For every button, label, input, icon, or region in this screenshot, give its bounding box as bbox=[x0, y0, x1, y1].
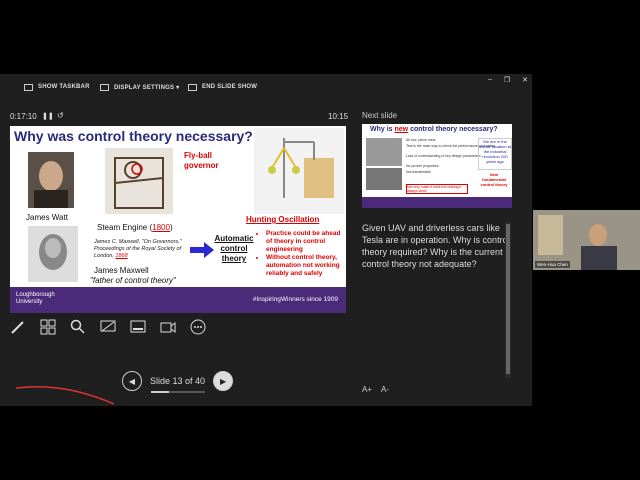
slide-bullets: Practice could be ahead of theory in con… bbox=[256, 230, 346, 278]
see-all-slides-icon[interactable] bbox=[40, 319, 56, 335]
slide-tools bbox=[10, 319, 206, 335]
james-watt-caption: James Watt bbox=[26, 213, 68, 222]
bullet-item: Practice could be ahead of theory in con… bbox=[266, 230, 346, 254]
next-slide-footnote: Not only make it work but making it alwa… bbox=[406, 184, 468, 194]
next-slide-title: Why is new control theory necessary? bbox=[370, 126, 498, 133]
arrow-icon bbox=[190, 242, 214, 258]
automatic-control-theory: Automatic control theory bbox=[214, 234, 254, 263]
pause-button[interactable]: ❚❚ bbox=[42, 112, 54, 120]
slide-footer: Loughborough University #InspiringWinner… bbox=[10, 287, 346, 313]
james-maxwell-portrait bbox=[28, 226, 78, 282]
slide-progress-fill bbox=[151, 391, 169, 393]
next-slide-button[interactable]: ▶ bbox=[213, 371, 234, 391]
restore-button[interactable]: ❐ bbox=[504, 76, 510, 84]
elapsed-timer: 0:17:10 bbox=[10, 112, 37, 121]
webcam-video: Wen-Hua Chen bbox=[533, 210, 640, 270]
car-image bbox=[366, 138, 402, 166]
end-show-icon bbox=[188, 83, 197, 91]
pen-icon[interactable] bbox=[10, 319, 26, 335]
slide-navigation: ◀ Slide 13 of 40 ▶ bbox=[122, 371, 234, 391]
reset-timer-button[interactable]: ↺ bbox=[57, 111, 64, 120]
current-slide[interactable]: Why was control theory necessary? James … bbox=[10, 126, 346, 313]
bullet-item: Without control theory, automation not w… bbox=[266, 254, 346, 278]
university-logo: Loughborough University bbox=[16, 292, 55, 305]
next-slide-footer bbox=[362, 197, 512, 208]
father-caption: "father of control theory" bbox=[90, 276, 176, 285]
hashtag: #InspiringWinners since 1909 bbox=[252, 296, 338, 303]
decrease-font-button[interactable]: A- bbox=[381, 385, 389, 394]
display-settings-button[interactable]: DISPLAY SETTINGS ▾ bbox=[100, 83, 179, 91]
slide-title: Why was control theory necessary? bbox=[14, 128, 253, 144]
chevron-left-icon: ◀ bbox=[128, 376, 136, 386]
drone-image bbox=[366, 168, 402, 190]
steam-engine-image bbox=[105, 148, 173, 214]
display-icon bbox=[100, 83, 109, 91]
clock: 10:15 bbox=[328, 112, 349, 121]
presenter-toolbar: SHOW TASKBAR DISPLAY SETTINGS ▾ END SLID… bbox=[0, 74, 532, 100]
red-ink-annotation bbox=[15, 385, 115, 405]
hunting-label: Hunting Oscillation bbox=[246, 215, 320, 224]
window-controls: – ❐ ✕ bbox=[488, 76, 528, 84]
james-watt-portrait bbox=[28, 152, 74, 208]
new-theory-label: New fundamental control theory bbox=[480, 172, 508, 187]
close-button[interactable]: ✕ bbox=[522, 76, 528, 84]
minimize-button[interactable]: – bbox=[488, 76, 492, 84]
presenter-view: SHOW TASKBAR DISPLAY SETTINGS ▾ END SLID… bbox=[0, 74, 532, 406]
next-slide-thumbnail[interactable]: Why is new control theory necessary? All… bbox=[362, 124, 512, 208]
flyball-label: Fly-ball governor bbox=[184, 151, 219, 170]
end-slide-show-button[interactable]: END SLIDE SHOW bbox=[188, 83, 257, 91]
flyball-governor-image bbox=[254, 128, 344, 214]
show-taskbar-button[interactable]: SHOW TASKBAR bbox=[24, 83, 90, 91]
increase-font-button[interactable]: A+ bbox=[362, 385, 372, 394]
subtitles-icon[interactable] bbox=[130, 319, 146, 335]
camera-icon[interactable] bbox=[160, 319, 176, 335]
james-maxwell-caption: James Maxwell bbox=[94, 266, 149, 275]
next-slide-label: Next slide bbox=[362, 111, 398, 120]
previous-slide-button[interactable]: ◀ bbox=[122, 371, 142, 391]
slide-counter[interactable]: Slide 13 of 40 bbox=[150, 376, 205, 386]
zoom-icon[interactable] bbox=[70, 319, 86, 335]
slide-progress-bar bbox=[151, 391, 205, 393]
maxwell-reference: James C. Maxwell, "On Governors," Procee… bbox=[94, 239, 182, 259]
speaker-notes[interactable]: Given UAV and driverless cars like Tesla… bbox=[362, 222, 512, 270]
steam-engine-caption: Steam Engine (1800) bbox=[97, 223, 173, 232]
notes-scrollbar-thumb[interactable] bbox=[506, 224, 510, 374]
more-options-icon[interactable] bbox=[190, 319, 206, 335]
taskbar-icon bbox=[24, 83, 33, 91]
black-screen-icon[interactable] bbox=[100, 319, 116, 335]
next-slide-callout: We are in the similar situation at the i… bbox=[478, 138, 512, 170]
chevron-right-icon: ▶ bbox=[219, 376, 227, 386]
participant-name: Wen-Hua Chen bbox=[535, 261, 570, 268]
